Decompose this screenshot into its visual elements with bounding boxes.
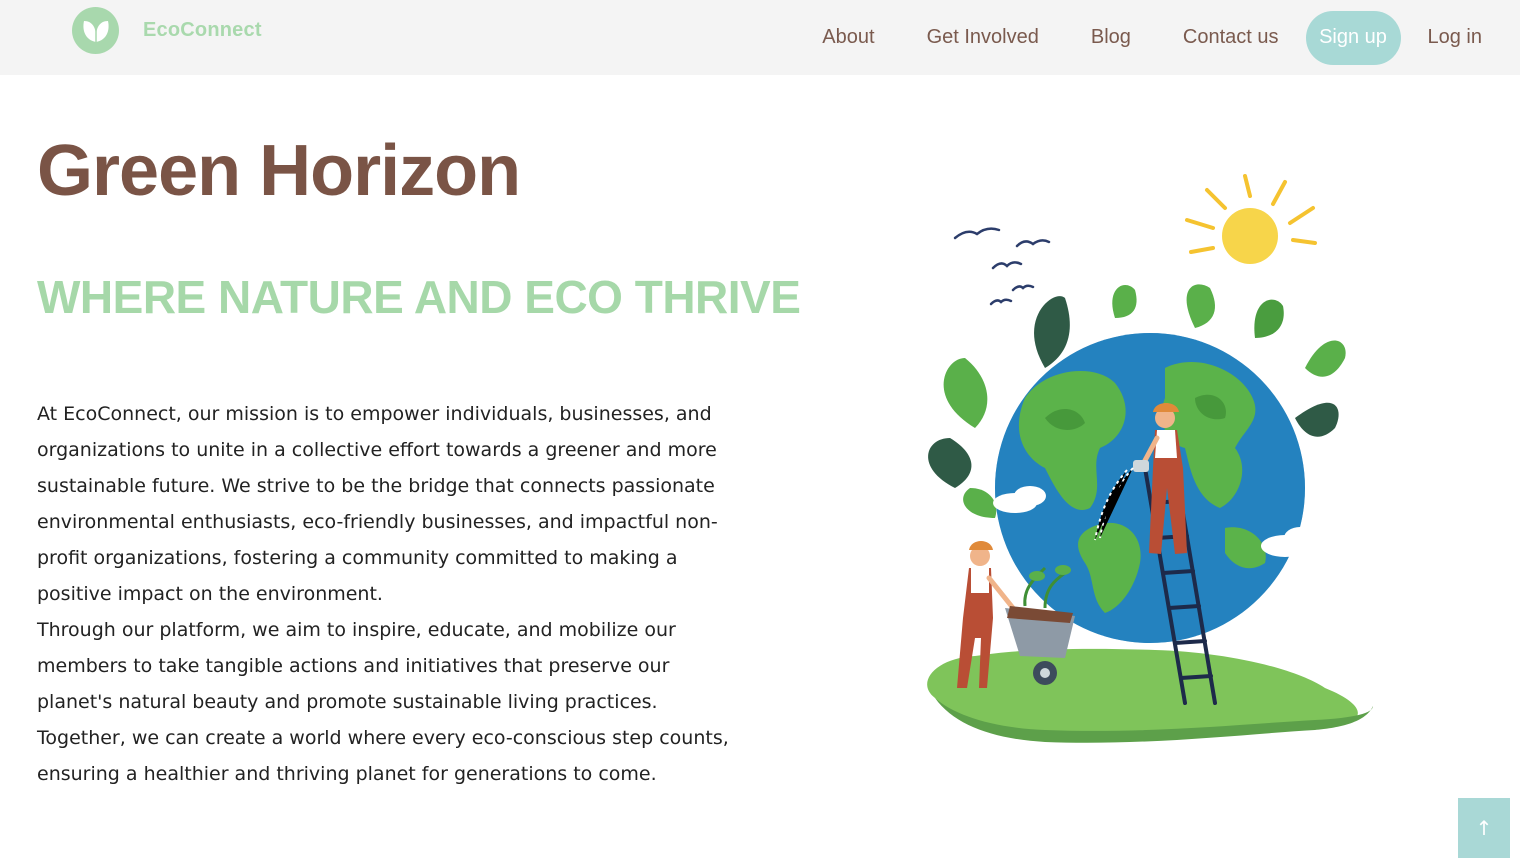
nav-link-get-involved[interactable]: Get Involved <box>927 26 1039 49</box>
scroll-to-top-button[interactable]: ↑ <box>1458 798 1510 858</box>
nav-links: About Get Involved Blog Contact us Sign … <box>822 0 1520 75</box>
login-link[interactable]: Log in <box>1428 26 1483 49</box>
navbar: EcoConnect About Get Involved Blog Conta… <box>0 0 1520 75</box>
nav-link-contact[interactable]: Contact us <box>1183 26 1279 49</box>
mission-paragraph-1: At EcoConnect, our mission is to empower… <box>37 403 718 605</box>
page-subtitle: WHERE NATURE AND ECO THRIVE <box>37 271 801 323</box>
brand[interactable]: EcoConnect <box>72 7 262 54</box>
page-title: Green Horizon <box>37 131 521 211</box>
nav-link-blog[interactable]: Blog <box>1091 26 1131 49</box>
mission-paragraph-2: Through our platform, we aim to inspire,… <box>37 619 729 785</box>
sun-icon <box>1185 174 1317 264</box>
signup-button[interactable]: Sign up <box>1305 10 1401 65</box>
nav-link-about[interactable]: About <box>822 26 874 49</box>
arrow-up-icon: ↑ <box>1475 816 1493 840</box>
leaf-icon <box>72 7 119 54</box>
brand-name: EcoConnect <box>143 19 262 41</box>
earth-gardening-illustration <box>895 168 1385 748</box>
mission-text: At EcoConnect, our mission is to empower… <box>37 396 737 792</box>
